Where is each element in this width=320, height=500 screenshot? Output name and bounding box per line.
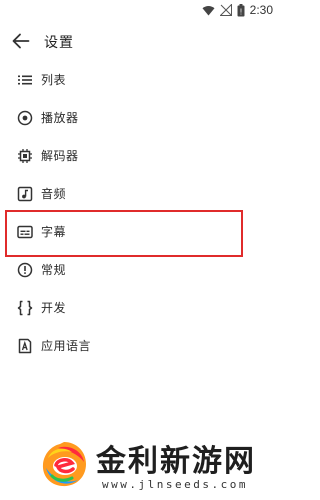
highlight-box <box>5 210 243 257</box>
svg-text:!: ! <box>240 7 242 16</box>
menu-label: 解码器 <box>41 149 79 163</box>
chip-icon <box>18 149 32 163</box>
status-time: 2:30 <box>249 3 273 17</box>
status-bar: ! 2:30 <box>0 0 281 22</box>
page-title: 设置 <box>44 35 74 51</box>
menu-label: 常规 <box>41 263 67 277</box>
menu-item-developer[interactable]: 开发 <box>0 290 260 326</box>
menu-item-player[interactable]: 播放器 <box>0 100 260 136</box>
menu-label: 应用语言 <box>41 339 92 353</box>
arrow-left-icon[interactable] <box>12 33 30 49</box>
menu-label: 播放器 <box>41 111 79 125</box>
menu-label: 列表 <box>41 73 67 87</box>
watermark-title: 金利新游网 <box>96 444 256 479</box>
player-icon <box>17 110 33 126</box>
signal-icon <box>219 4 232 16</box>
app-bar: 设置 <box>0 22 281 60</box>
wifi-icon <box>202 5 215 15</box>
list-icon <box>18 75 32 85</box>
watermark-url: www.jlnseeds.com <box>102 478 248 491</box>
menu-item-general[interactable]: 常规 <box>0 252 260 288</box>
menu-label: 开发 <box>41 301 67 315</box>
info-icon <box>17 262 33 278</box>
music-note-icon <box>17 186 33 202</box>
code-icon <box>17 300 33 316</box>
status-icons: ! 2:30 <box>202 3 273 17</box>
menu-item-decoder[interactable]: 解码器 <box>0 138 260 174</box>
battery-icon: ! <box>237 3 245 16</box>
language-icon <box>18 338 32 354</box>
watermark-logo-icon <box>42 442 86 487</box>
menu-item-audio[interactable]: 音频 <box>0 176 260 212</box>
watermark: 金利新游网 www.jlnseeds.com <box>30 432 280 500</box>
menu-label: 音频 <box>41 187 67 201</box>
menu-item-list[interactable]: 列表 <box>0 62 260 98</box>
menu-item-app-language[interactable]: 应用语言 <box>0 328 260 364</box>
